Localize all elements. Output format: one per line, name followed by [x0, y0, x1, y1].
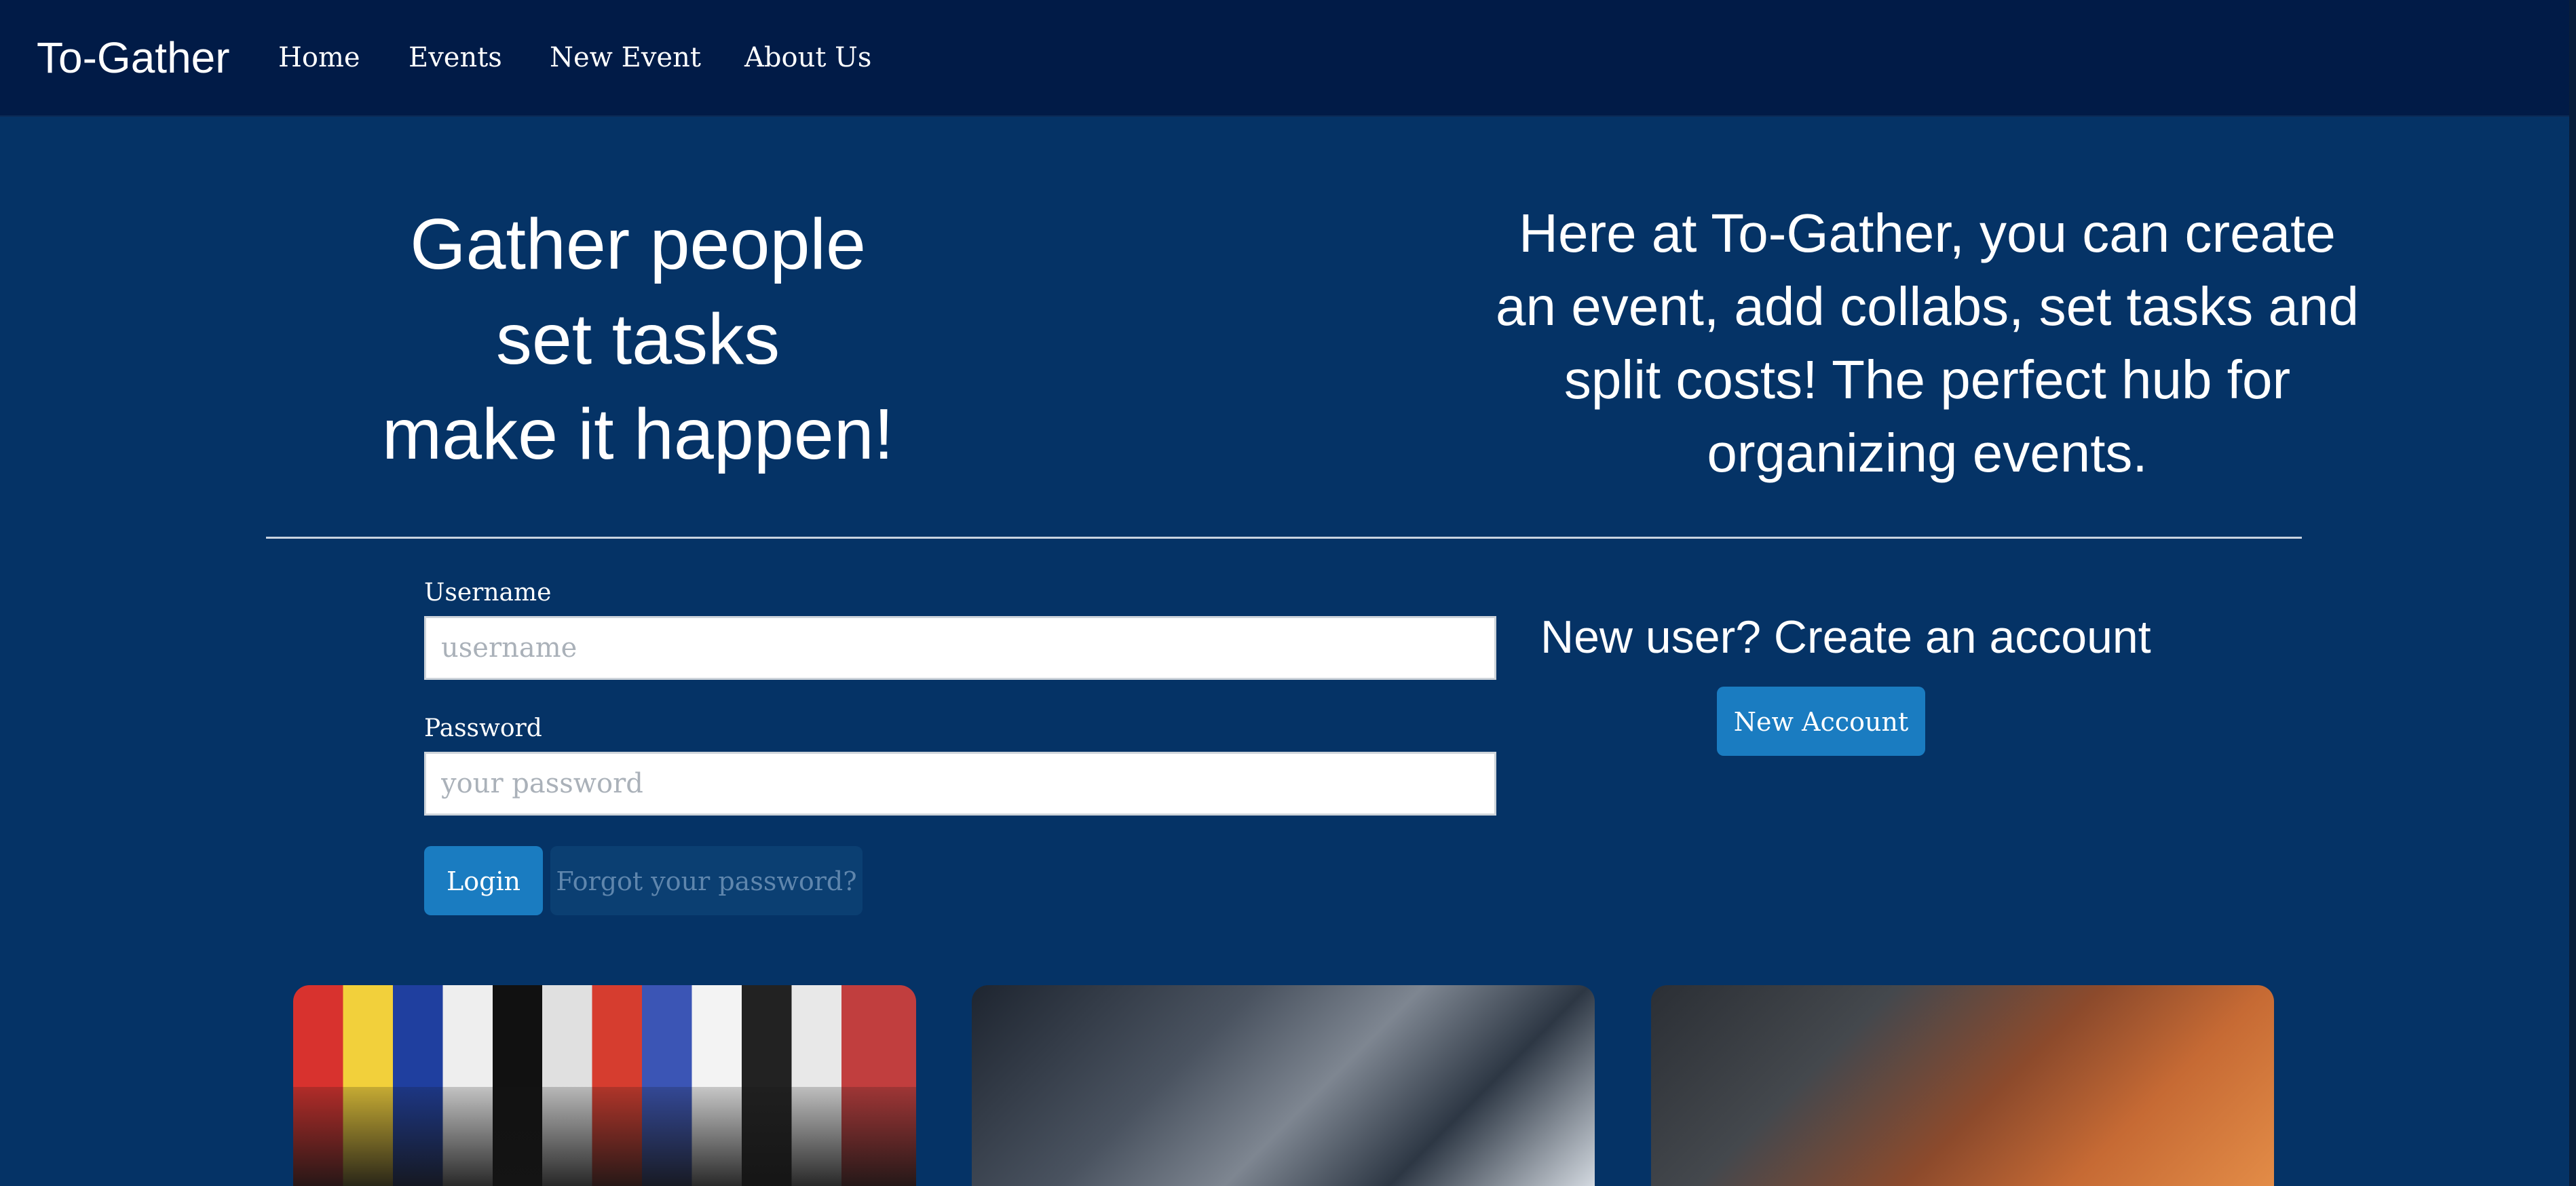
login-button[interactable]: Login — [424, 846, 543, 915]
username-label: Username — [424, 579, 552, 607]
scrollbar-edge — [2569, 0, 2576, 1186]
section-divider — [266, 537, 2302, 539]
top-navbar: To-Gather Home Events New Event About Us — [0, 0, 2576, 117]
brand-logo[interactable]: To-Gather — [37, 20, 230, 95]
event-card-image-cat[interactable] — [1651, 985, 2274, 1186]
hero-tagline-line: set tasks — [495, 299, 780, 379]
password-input[interactable] — [424, 752, 1496, 816]
event-card-image-meeting[interactable] — [972, 985, 1595, 1186]
nav-link-about-us[interactable]: About Us — [744, 20, 871, 95]
new-user-prompt: New user? Create an account — [1540, 611, 2151, 663]
event-card-image-art-gallery[interactable] — [293, 985, 916, 1186]
username-input[interactable] — [424, 616, 1496, 680]
hero-tagline: Gather people set tasks make it happen! — [265, 197, 1011, 482]
hero-tagline-line: Gather people — [410, 204, 866, 284]
hero-tagline-line: make it happen! — [381, 394, 894, 474]
forgot-password-button[interactable]: Forgot your password? — [550, 846, 863, 915]
password-label: Password — [424, 714, 542, 742]
new-account-button[interactable]: New Account — [1717, 687, 1925, 756]
nav-link-new-event[interactable]: New Event — [550, 20, 701, 95]
nav-link-events[interactable]: Events — [409, 20, 502, 95]
nav-link-home[interactable]: Home — [278, 20, 360, 95]
hero-description: Here at To-Gather, you can create an eve… — [1496, 203, 2359, 483]
